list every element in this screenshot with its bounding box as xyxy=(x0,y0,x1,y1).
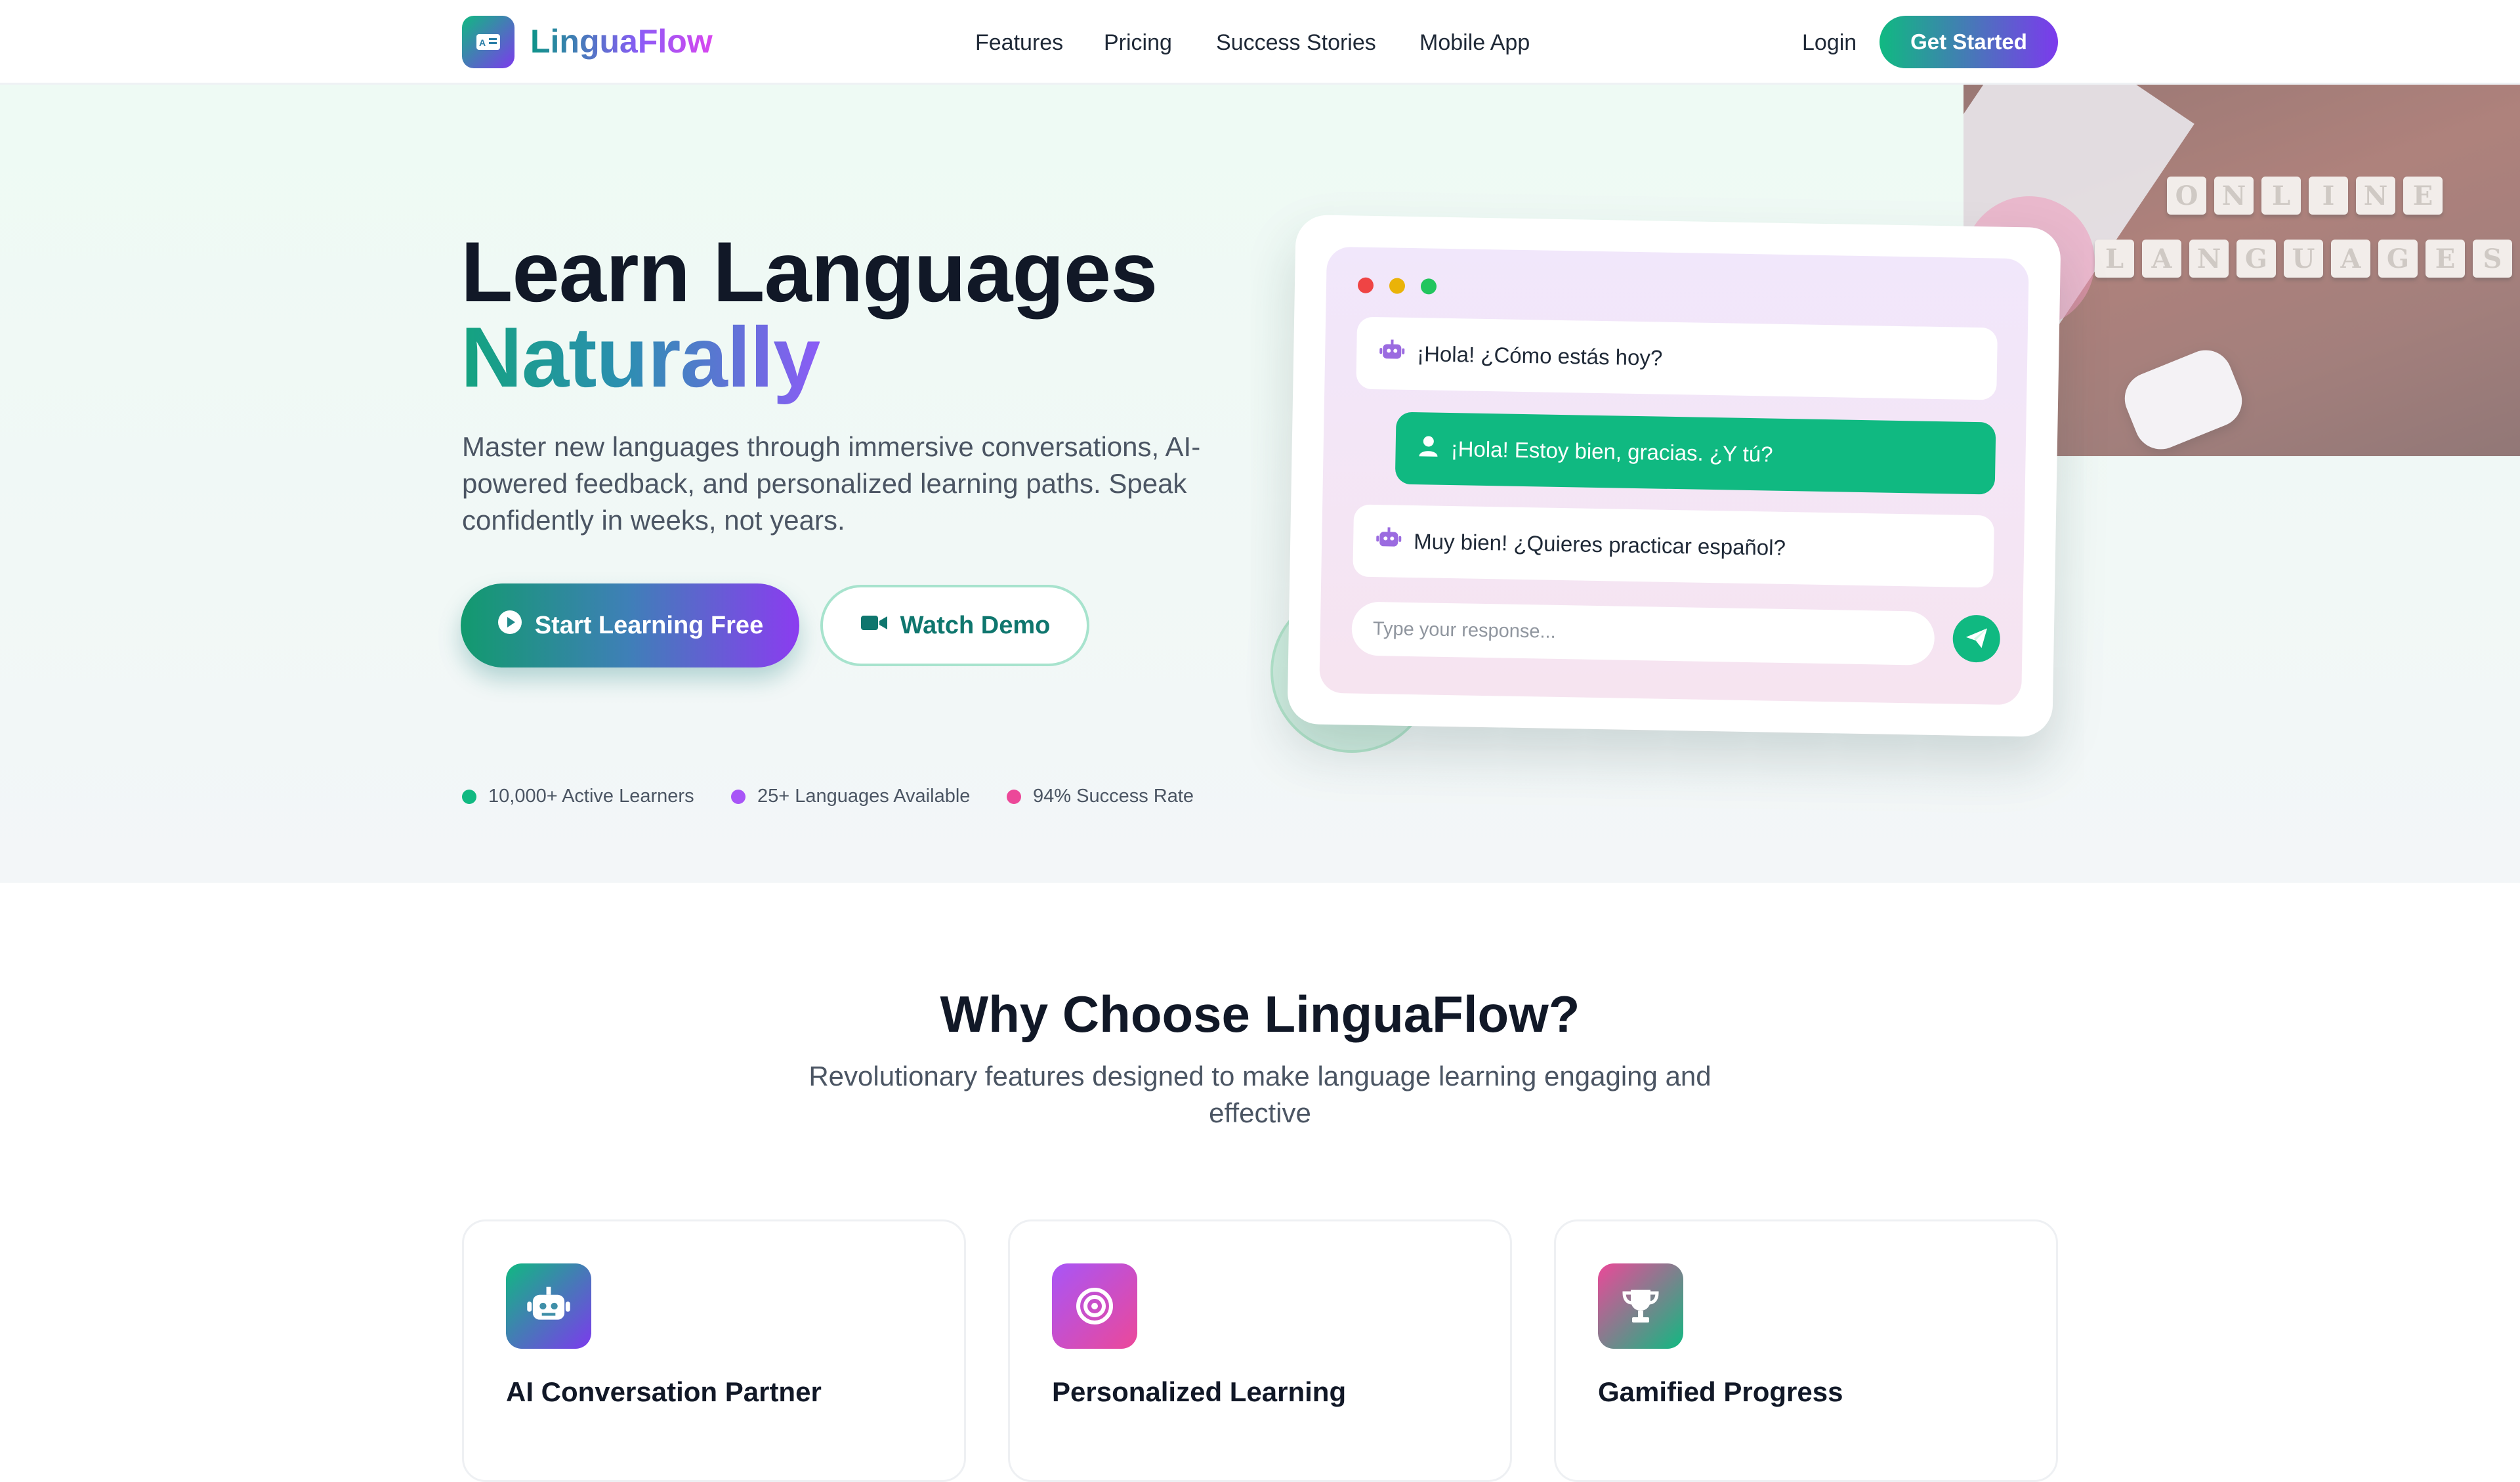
stat-label: 94% Success Rate xyxy=(1033,786,1194,807)
hero-section: ONLINE LANGUAGES Learn Languages Natural… xyxy=(0,85,2520,883)
window-controls xyxy=(1357,277,1437,295)
stat-learners: 10,000+ Active Learners xyxy=(462,786,694,807)
chat-message-bot: ¡Hola! ¿Cómo estás hoy? xyxy=(1356,316,1998,400)
stat-success-rate: 94% Success Rate xyxy=(1007,786,1194,807)
chat-message-text: ¡Hola! ¿Cómo estás hoy? xyxy=(1416,341,1663,370)
chat-message-bot: Muy bien! ¿Quieres practicar español? xyxy=(1353,504,1995,588)
window-dot-red xyxy=(1357,277,1374,293)
stat-label: 10,000+ Active Learners xyxy=(488,786,694,807)
watch-demo-label: Watch Demo xyxy=(900,611,1051,639)
stat-dot xyxy=(462,789,476,804)
start-learning-button[interactable]: Start Learning Free xyxy=(461,583,799,667)
language-card-icon[interactable]: A xyxy=(462,16,514,68)
hero-title-line2: Naturally xyxy=(461,309,820,405)
chat-preview-card: ¡Hola! ¿Cómo estás hoy? ¡Hola! Estoy bie… xyxy=(1287,214,2061,738)
nav-link-mobile-app[interactable]: Mobile App xyxy=(1419,26,1530,59)
stat-label: 25+ Languages Available xyxy=(757,786,971,807)
login-link[interactable]: Login xyxy=(1802,26,1857,59)
stat-dot xyxy=(1007,789,1021,804)
feature-card-title: AI Conversation Partner xyxy=(506,1376,822,1407)
robot-icon xyxy=(1376,526,1402,556)
nav-link-success-stories[interactable]: Success Stories xyxy=(1216,26,1376,59)
chat-message-user: ¡Hola! Estoy bien, gracias. ¿Y tú? xyxy=(1395,412,1996,495)
nav-link-pricing[interactable]: Pricing xyxy=(1104,26,1172,59)
feature-card-personalized-learning[interactable]: Personalized Learning xyxy=(1008,1219,1512,1482)
feature-card-title: Personalized Learning xyxy=(1052,1376,1347,1407)
chat-response-input[interactable] xyxy=(1351,601,1935,666)
paper-plane-icon xyxy=(1964,625,1988,652)
send-message-button[interactable] xyxy=(1952,614,2001,663)
video-camera-icon xyxy=(860,612,889,640)
top-navbar: A LinguaFlow Features Pricing Success St… xyxy=(0,0,2520,85)
user-icon xyxy=(1418,434,1439,463)
play-circle-icon xyxy=(497,609,523,642)
target-icon xyxy=(1052,1263,1137,1349)
features-title: Why Choose LinguaFlow? xyxy=(940,985,1580,1043)
feature-card-title: Gamified Progress xyxy=(1598,1376,1843,1407)
hero-title-line1: Learn Languages xyxy=(461,224,1158,320)
chat-message-text: Muy bien! ¿Quieres practicar español? xyxy=(1413,529,1786,560)
robot-icon xyxy=(1379,339,1406,368)
hero-subtitle: Master new languages through immersive c… xyxy=(462,431,1201,536)
features-subtitle: Revolutionary features designed to make … xyxy=(808,1061,1712,1128)
get-started-button[interactable]: Get Started xyxy=(1880,16,2058,68)
stat-dot xyxy=(731,789,746,804)
start-learning-label: Start Learning Free xyxy=(534,611,764,639)
stat-languages: 25+ Languages Available xyxy=(731,786,970,807)
feature-card-ai-conversation[interactable]: AI Conversation Partner xyxy=(462,1219,966,1482)
window-dot-green xyxy=(1420,278,1437,295)
nav-link-features[interactable]: Features xyxy=(975,26,1063,59)
feature-card-gamified-progress[interactable]: Gamified Progress xyxy=(1554,1219,2058,1482)
watch-demo-button[interactable]: Watch Demo xyxy=(820,585,1089,666)
chat-window: ¡Hola! ¿Cómo estás hoy? ¡Hola! Estoy bie… xyxy=(1319,246,2029,706)
robot-icon xyxy=(506,1263,591,1349)
svg-text:A: A xyxy=(479,37,486,48)
window-dot-yellow xyxy=(1389,278,1406,294)
chat-message-text: ¡Hola! Estoy bien, gracias. ¿Y tú? xyxy=(1450,436,1773,467)
brand-name[interactable]: LinguaFlow xyxy=(530,18,713,64)
trophy-icon xyxy=(1598,1263,1683,1349)
